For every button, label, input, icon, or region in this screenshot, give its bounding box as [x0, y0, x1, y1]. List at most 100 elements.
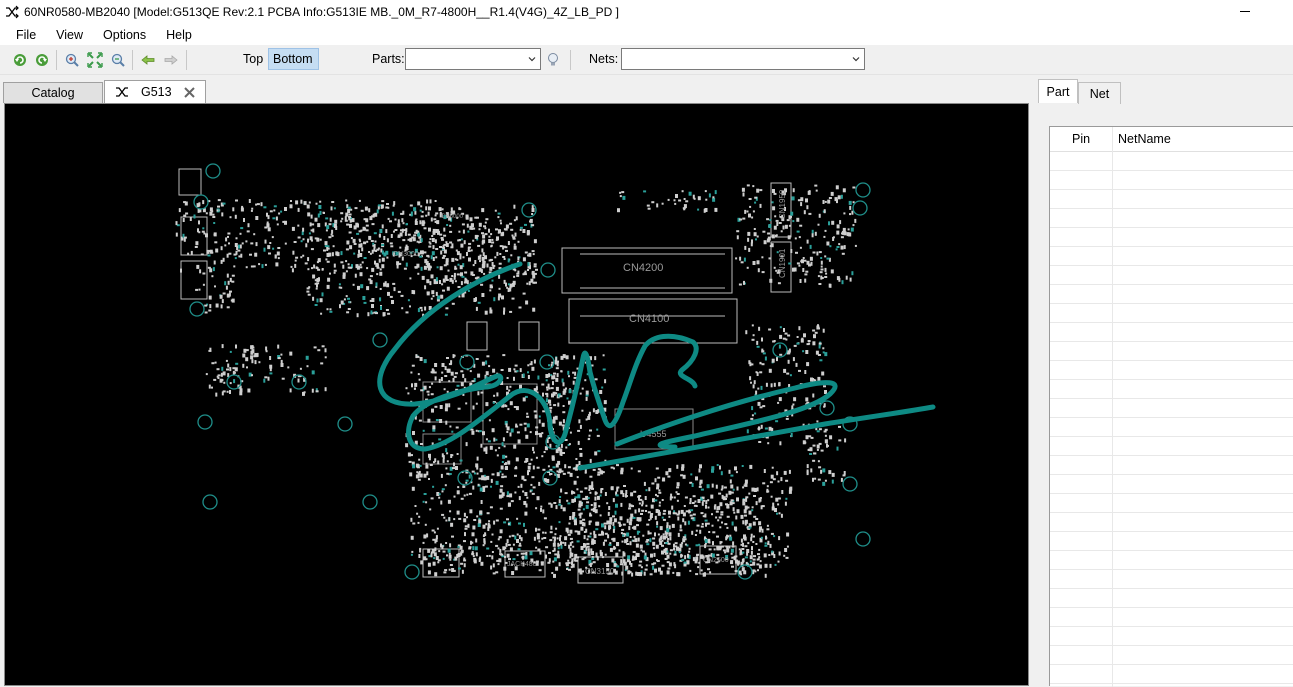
pad: [466, 493, 469, 496]
table-row[interactable]: [1050, 304, 1293, 323]
forward-arrow-icon[interactable]: [162, 51, 180, 69]
table-row[interactable]: [1050, 399, 1293, 418]
pad: [843, 245, 846, 250]
board-canvas[interactable]: CN4200 CN4100 CN1950 CN1901 CN3000 CN600…: [4, 103, 1029, 686]
column-header-pin[interactable]: Pin: [1072, 132, 1090, 146]
table-row[interactable]: [1050, 228, 1293, 247]
table-row[interactable]: [1050, 152, 1293, 171]
pad: [780, 513, 783, 518]
table-row[interactable]: [1050, 646, 1293, 665]
table-row[interactable]: [1050, 380, 1293, 399]
pad: [428, 206, 431, 211]
pad: [753, 232, 757, 237]
pad: [405, 387, 408, 390]
table-row[interactable]: [1050, 608, 1293, 627]
lightbulb-icon[interactable]: [544, 51, 562, 69]
pad: [772, 206, 776, 211]
parts-combobox[interactable]: [405, 48, 541, 70]
pad: [552, 466, 556, 469]
board-view[interactable]: CN4200 CN4100 CN1950 CN1901 CN3000 CN600…: [5, 104, 1029, 686]
menu-view[interactable]: View: [46, 28, 93, 42]
table-row[interactable]: [1050, 361, 1293, 380]
table-row[interactable]: [1050, 456, 1293, 475]
pad: [442, 278, 446, 283]
tab-part[interactable]: Part: [1038, 79, 1078, 103]
table-row[interactable]: [1050, 665, 1293, 684]
rotate-cw-icon[interactable]: [33, 51, 51, 69]
menu-help[interactable]: Help: [156, 28, 202, 42]
top-side-button[interactable]: Top: [239, 48, 267, 70]
pad: [716, 506, 719, 511]
table-row[interactable]: [1050, 532, 1293, 551]
pad: [290, 200, 292, 202]
table-row[interactable]: [1050, 342, 1293, 361]
pad: [522, 229, 526, 233]
pad: [632, 516, 636, 519]
pad: [626, 538, 629, 543]
pad: [526, 412, 529, 415]
table-row[interactable]: [1050, 190, 1293, 209]
close-icon[interactable]: [183, 86, 195, 98]
tab-catalog[interactable]: Catalog: [3, 82, 103, 103]
pad: [533, 410, 537, 413]
table-row[interactable]: [1050, 418, 1293, 437]
zoom-in-icon[interactable]: [63, 51, 81, 69]
table-row[interactable]: [1050, 266, 1293, 285]
pad: [507, 523, 510, 525]
table-row[interactable]: [1050, 209, 1293, 228]
bottom-side-button[interactable]: Bottom: [268, 48, 319, 70]
pad: [642, 550, 645, 553]
pad: [505, 249, 508, 252]
pad: [381, 244, 385, 246]
minimize-button[interactable]: [1235, 0, 1255, 22]
table-row[interactable]: [1050, 570, 1293, 589]
table-row[interactable]: [1050, 551, 1293, 570]
pad: [424, 523, 427, 526]
pad: [812, 444, 816, 447]
pad: [217, 199, 221, 202]
pad: [242, 353, 246, 358]
pad: [620, 470, 624, 475]
pad: [198, 220, 200, 225]
fit-screen-icon[interactable]: [86, 51, 104, 69]
label-cn3000: CN3000: [393, 251, 419, 258]
table-row[interactable]: [1050, 494, 1293, 513]
pad: [467, 290, 470, 292]
table-row[interactable]: [1050, 247, 1293, 266]
zoom-out-icon[interactable]: [109, 51, 127, 69]
table-row[interactable]: [1050, 513, 1293, 532]
pad: [660, 535, 663, 540]
pad: [246, 366, 248, 369]
back-arrow-icon[interactable]: [139, 51, 157, 69]
table-row[interactable]: [1050, 171, 1293, 190]
pad: [778, 382, 781, 387]
pad: [555, 566, 559, 571]
pad: [353, 243, 357, 245]
pin-net-grid[interactable]: Pin NetName: [1049, 126, 1293, 687]
pad: [522, 373, 525, 378]
column-header-netname[interactable]: NetName: [1118, 132, 1171, 146]
rotate-ccw-icon[interactable]: [11, 51, 29, 69]
pad: [472, 525, 476, 530]
pad: [503, 463, 507, 466]
pad: [759, 560, 762, 563]
pad: [782, 337, 786, 340]
pad: [689, 498, 692, 502]
nets-combobox[interactable]: [621, 48, 865, 70]
tab-net[interactable]: Net: [1078, 82, 1121, 104]
pad: [329, 217, 332, 222]
pad: [524, 427, 527, 432]
table-row[interactable]: [1050, 437, 1293, 456]
pad: [464, 278, 468, 283]
menu-file[interactable]: File: [6, 28, 46, 42]
table-row[interactable]: [1050, 475, 1293, 494]
pad: [373, 232, 377, 235]
pad: [622, 551, 625, 556]
table-row[interactable]: [1050, 323, 1293, 342]
pad: [238, 255, 241, 258]
table-row[interactable]: [1050, 589, 1293, 608]
menu-options[interactable]: Options: [93, 28, 156, 42]
table-row[interactable]: [1050, 285, 1293, 304]
table-row[interactable]: [1050, 627, 1293, 646]
tab-g513[interactable]: G513: [104, 80, 206, 103]
